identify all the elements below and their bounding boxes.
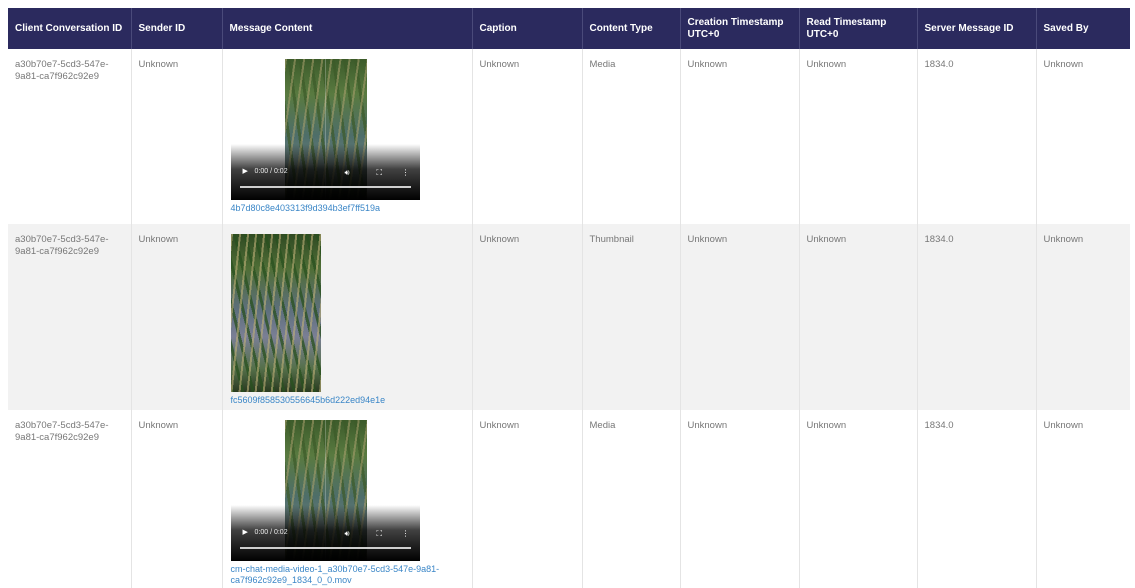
- volume-icon[interactable]: 🔊︎: [345, 167, 350, 179]
- video-progress-bar[interactable]: [239, 547, 411, 549]
- messages-table: Client Conversation ID Sender ID Message…: [8, 8, 1130, 588]
- video-progress-bar[interactable]: [239, 186, 411, 188]
- play-icon[interactable]: ▶: [243, 527, 248, 539]
- video-time: 0:00 / 0:02: [254, 529, 288, 536]
- messages-table-container: Client Conversation ID Sender ID Message…: [8, 8, 1130, 588]
- cell-creation-timestamp: Unknown: [680, 49, 800, 224]
- fullscreen-icon[interactable]: ⛶: [377, 528, 383, 540]
- header-message-content[interactable]: Message Content: [222, 8, 473, 49]
- header-creation-timestamp-tz: UTC+0: [687, 28, 720, 40]
- cell-creation-timestamp: Unknown: [680, 224, 800, 410]
- video-time: 0:00 / 0:02: [254, 168, 288, 175]
- cell-read-timestamp: Unknown: [799, 224, 918, 410]
- header-row: Client Conversation ID Sender ID Message…: [8, 8, 1130, 49]
- header-creation-timestamp[interactable]: Creation Timestamp UTC+0: [680, 8, 800, 49]
- header-read-timestamp-tz: UTC+0: [806, 28, 839, 40]
- cell-sender-id: Unknown: [131, 224, 223, 410]
- cell-read-timestamp: Unknown: [799, 49, 918, 224]
- cell-saved-by: Unknown: [1036, 410, 1130, 588]
- cell-message-content: fc5609f858530556645b6d222ed94e1e: [222, 224, 473, 410]
- cell-content-type: Media: [582, 49, 681, 224]
- cell-client-conversation-id: a30b70e7-5cd3-547e-9a81-ca7f962c92e9: [8, 224, 132, 410]
- header-content-type[interactable]: Content Type: [582, 8, 681, 49]
- video-controls: ▶ 0:00 / 0:02 🔊︎ ⛶ ⋮: [230, 505, 420, 561]
- cell-server-message-id: 1834.0: [917, 224, 1037, 410]
- play-icon[interactable]: ▶: [243, 166, 248, 178]
- cell-client-conversation-id: a30b70e7-5cd3-547e-9a81-ca7f962c92e9: [8, 49, 132, 224]
- media-link[interactable]: cm-chat-media-video-1_a30b70e7-5cd3-547e…: [231, 564, 461, 586]
- cell-read-timestamp: Unknown: [799, 410, 918, 588]
- header-client-conversation-id[interactable]: Client Conversation ID: [8, 8, 132, 49]
- cell-caption: Unknown: [472, 49, 583, 224]
- header-caption[interactable]: Caption: [472, 8, 583, 49]
- media-link[interactable]: 4b7d80c8e403313f9d394b3ef7ff519a: [231, 203, 465, 214]
- cell-content-type: Thumbnail: [582, 224, 681, 410]
- table-row: a30b70e7-5cd3-547e-9a81-ca7f962c92e9 Unk…: [8, 49, 1130, 224]
- more-options-icon[interactable]: ⋮: [402, 528, 410, 540]
- cell-sender-id: Unknown: [131, 410, 223, 588]
- cell-server-message-id: 1834.0: [917, 410, 1037, 588]
- more-options-icon[interactable]: ⋮: [402, 167, 410, 179]
- header-read-timestamp[interactable]: Read Timestamp UTC+0: [799, 8, 918, 49]
- cell-caption: Unknown: [472, 410, 583, 588]
- video-controls: ▶ 0:00 / 0:02 🔊︎ ⛶ ⋮: [230, 144, 420, 200]
- table-row: a30b70e7-5cd3-547e-9a81-ca7f962c92e9 Unk…: [8, 224, 1130, 410]
- volume-icon[interactable]: 🔊︎: [345, 528, 350, 540]
- cell-server-message-id: 1834.0: [917, 49, 1037, 224]
- video-player[interactable]: ▶ 0:00 / 0:02 🔊︎ ⛶ ⋮: [230, 59, 420, 200]
- media-link[interactable]: fc5609f858530556645b6d222ed94e1e: [231, 395, 465, 406]
- header-saved-by[interactable]: Saved By: [1036, 8, 1130, 49]
- cell-creation-timestamp: Unknown: [680, 410, 800, 588]
- header-sender-id[interactable]: Sender ID: [131, 8, 223, 49]
- table-row: a30b70e7-5cd3-547e-9a81-ca7f962c92e9 Unk…: [8, 410, 1130, 588]
- cell-saved-by: Unknown: [1036, 224, 1130, 410]
- cell-sender-id: Unknown: [131, 49, 223, 224]
- cell-client-conversation-id: a30b70e7-5cd3-547e-9a81-ca7f962c92e9: [8, 410, 132, 588]
- fullscreen-icon[interactable]: ⛶: [377, 167, 383, 179]
- cell-message-content: ▶ 0:00 / 0:02 🔊︎ ⛶ ⋮ 4b7d80c8e403313f9d3…: [222, 49, 473, 224]
- cell-content-type: Media: [582, 410, 681, 588]
- thumbnail-image[interactable]: [230, 234, 321, 392]
- cell-saved-by: Unknown: [1036, 49, 1130, 224]
- header-creation-timestamp-label: Creation Timestamp: [687, 16, 784, 28]
- header-read-timestamp-label: Read Timestamp: [806, 16, 887, 28]
- header-server-message-id[interactable]: Server Message ID: [917, 8, 1037, 49]
- video-player[interactable]: ▶ 0:00 / 0:02 🔊︎ ⛶ ⋮: [230, 420, 420, 561]
- cell-message-content: ▶ 0:00 / 0:02 🔊︎ ⛶ ⋮ cm-chat-media-video…: [222, 410, 473, 588]
- cell-caption: Unknown: [472, 224, 583, 410]
